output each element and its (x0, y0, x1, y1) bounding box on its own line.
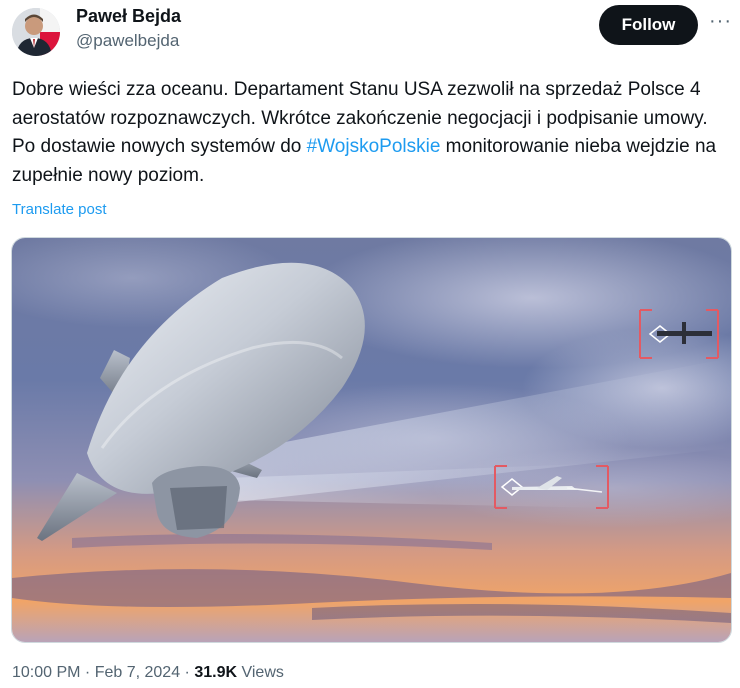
meta-separator: · (80, 664, 95, 681)
post-image[interactable] (11, 237, 732, 643)
author-name[interactable]: Paweł Bejda (76, 6, 181, 27)
avatar-image (12, 8, 60, 56)
hashtag-link[interactable]: #WojskoPolskie (307, 136, 441, 157)
more-options-icon[interactable]: ··· (709, 10, 732, 33)
author-handle[interactable]: @pawelbejda (76, 31, 179, 51)
views-count: 31.9K (194, 664, 238, 681)
views-label: Views (237, 664, 284, 681)
follow-button[interactable]: Follow (599, 5, 698, 45)
post-meta: 10:00 PM · Feb 7, 2024 · 31.9K Views (12, 664, 284, 682)
post-date[interactable]: Feb 7, 2024 (95, 664, 180, 681)
avatar[interactable] (12, 8, 60, 56)
post-text: Dobre wieści zza oceanu. Departament Sta… (12, 76, 730, 190)
meta-separator-2: · (180, 664, 195, 681)
translate-post-link[interactable]: Translate post (12, 201, 107, 218)
post-time[interactable]: 10:00 PM (12, 664, 80, 681)
aerostat-illustration (12, 238, 731, 642)
